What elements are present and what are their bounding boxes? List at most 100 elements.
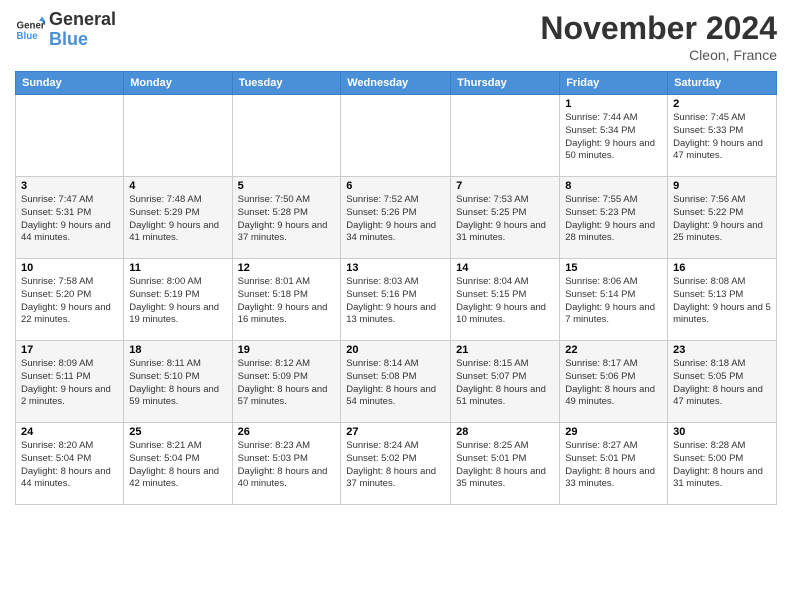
calendar-cell: 28 Sunrise: 8:25 AM Sunset: 5:01 PM Dayli… — [451, 423, 560, 505]
calendar-cell: 16 Sunrise: 8:08 AM Sunset: 5:13 PM Dayli… — [668, 259, 777, 341]
calendar-cell: 7 Sunrise: 7:53 AM Sunset: 5:25 PM Daylig… — [451, 177, 560, 259]
header-tuesday: Tuesday — [232, 72, 341, 95]
calendar-cell: 19 Sunrise: 8:12 AM Sunset: 5:09 PM Dayli… — [232, 341, 341, 423]
week-row-0: 1Sunrise: 7:44 AM Sunset: 5:34 PM Daylig… — [16, 95, 777, 177]
day-number: 11 — [129, 262, 226, 274]
calendar-cell — [124, 95, 232, 177]
calendar-cell: 21Sunrise: 8:15 AM Sunset: 5:07 PM Dayli… — [451, 341, 560, 423]
day-number: 2 — [673, 98, 771, 110]
calendar-cell: 30 Sunrise: 8:28 AM Sunset: 5:00 PM Dayli… — [668, 423, 777, 505]
day-info: Sunrise: 8:27 AM Sunset: 5:01 PM Dayligh… — [565, 440, 662, 491]
week-row-2: 10Sunrise: 7:58 AM Sunset: 5:20 PM Dayli… — [16, 259, 777, 341]
day-info: Sunrise: 8:24 AM Sunset: 5:02 PM Dayligh… — [346, 440, 445, 491]
header-friday: Friday — [560, 72, 668, 95]
day-info: Sunrise: 7:47 AM Sunset: 5:31 PM Dayligh… — [21, 194, 118, 245]
day-info: Sunrise: 7:52 AM Sunset: 5:26 PM Dayligh… — [346, 194, 445, 245]
header-sunday: Sunday — [16, 72, 124, 95]
day-info: Sunrise: 8:09 AM Sunset: 5:11 PM Dayligh… — [21, 358, 118, 409]
day-number: 14 — [456, 262, 554, 274]
day-info: Sunrise: 7:53 AM Sunset: 5:25 PM Dayligh… — [456, 194, 554, 245]
week-row-1: 3Sunrise: 7:47 AM Sunset: 5:31 PM Daylig… — [16, 177, 777, 259]
calendar-cell: 15 Sunrise: 8:06 AM Sunset: 5:14 PM Dayli… — [560, 259, 668, 341]
day-number: 19 — [238, 344, 336, 356]
day-info: Sunrise: 8:11 AM Sunset: 5:10 PM Dayligh… — [129, 358, 226, 409]
svg-text:General: General — [17, 20, 46, 31]
day-info: Sunrise: 7:50 AM Sunset: 5:28 PM Dayligh… — [238, 194, 336, 245]
month-title: November 2024 — [540, 10, 777, 47]
calendar-cell: 24Sunrise: 8:20 AM Sunset: 5:04 PM Dayli… — [16, 423, 124, 505]
day-info: Sunrise: 8:04 AM Sunset: 5:15 PM Dayligh… — [456, 276, 554, 327]
calendar-cell: 6 Sunrise: 7:52 AM Sunset: 5:26 PM Daylig… — [341, 177, 451, 259]
day-number: 16 — [673, 262, 771, 274]
day-info: Sunrise: 8:21 AM Sunset: 5:04 PM Dayligh… — [129, 440, 226, 491]
calendar-cell: 23 Sunrise: 8:18 AM Sunset: 5:05 PM Dayli… — [668, 341, 777, 423]
calendar-header-row: Sunday Monday Tuesday Wednesday Thursday… — [16, 72, 777, 95]
day-info: Sunrise: 8:20 AM Sunset: 5:04 PM Dayligh… — [21, 440, 118, 491]
calendar-cell: 27 Sunrise: 8:24 AM Sunset: 5:02 PM Dayli… — [341, 423, 451, 505]
day-info: Sunrise: 7:55 AM Sunset: 5:23 PM Dayligh… — [565, 194, 662, 245]
day-info: Sunrise: 8:00 AM Sunset: 5:19 PM Dayligh… — [129, 276, 226, 327]
day-number: 28 — [456, 426, 554, 438]
calendar-cell: 11 Sunrise: 8:00 AM Sunset: 5:19 PM Dayli… — [124, 259, 232, 341]
day-number: 18 — [129, 344, 226, 356]
location: Cleon, France — [540, 47, 777, 63]
day-number: 6 — [346, 180, 445, 192]
calendar-cell: 8 Sunrise: 7:55 AM Sunset: 5:23 PM Daylig… — [560, 177, 668, 259]
calendar-cell: 22 Sunrise: 8:17 AM Sunset: 5:06 PM Dayli… — [560, 341, 668, 423]
day-number: 12 — [238, 262, 336, 274]
calendar-cell: 10Sunrise: 7:58 AM Sunset: 5:20 PM Dayli… — [16, 259, 124, 341]
calendar-cell — [16, 95, 124, 177]
day-number: 9 — [673, 180, 771, 192]
day-number: 7 — [456, 180, 554, 192]
day-number: 20 — [346, 344, 445, 356]
title-block: November 2024 Cleon, France — [540, 10, 777, 63]
header-monday: Monday — [124, 72, 232, 95]
calendar-cell: 12 Sunrise: 8:01 AM Sunset: 5:18 PM Dayli… — [232, 259, 341, 341]
week-row-4: 24Sunrise: 8:20 AM Sunset: 5:04 PM Dayli… — [16, 423, 777, 505]
day-number: 13 — [346, 262, 445, 274]
day-info: Sunrise: 7:48 AM Sunset: 5:29 PM Dayligh… — [129, 194, 226, 245]
day-number: 23 — [673, 344, 771, 356]
calendar-cell: 25Sunrise: 8:21 AM Sunset: 5:04 PM Dayli… — [124, 423, 232, 505]
day-info: Sunrise: 8:06 AM Sunset: 5:14 PM Dayligh… — [565, 276, 662, 327]
page-container: General Blue General Blue November 2024 … — [0, 0, 792, 515]
day-number: 15 — [565, 262, 662, 274]
day-info: Sunrise: 7:45 AM Sunset: 5:33 PM Dayligh… — [673, 112, 771, 163]
calendar-cell: 1Sunrise: 7:44 AM Sunset: 5:34 PM Daylig… — [560, 95, 668, 177]
day-info: Sunrise: 8:01 AM Sunset: 5:18 PM Dayligh… — [238, 276, 336, 327]
day-number: 4 — [129, 180, 226, 192]
day-info: Sunrise: 8:03 AM Sunset: 5:16 PM Dayligh… — [346, 276, 445, 327]
day-info: Sunrise: 8:18 AM Sunset: 5:05 PM Dayligh… — [673, 358, 771, 409]
calendar-cell: 14 Sunrise: 8:04 AM Sunset: 5:15 PM Dayli… — [451, 259, 560, 341]
day-info: Sunrise: 8:08 AM Sunset: 5:13 PM Dayligh… — [673, 276, 771, 327]
day-info: Sunrise: 8:25 AM Sunset: 5:01 PM Dayligh… — [456, 440, 554, 491]
calendar-cell: 13 Sunrise: 8:03 AM Sunset: 5:16 PM Dayli… — [341, 259, 451, 341]
day-info: Sunrise: 8:17 AM Sunset: 5:06 PM Dayligh… — [565, 358, 662, 409]
day-number: 22 — [565, 344, 662, 356]
calendar-cell: 2 Sunrise: 7:45 AM Sunset: 5:33 PM Daylig… — [668, 95, 777, 177]
day-number: 29 — [565, 426, 662, 438]
day-info: Sunrise: 8:14 AM Sunset: 5:08 PM Dayligh… — [346, 358, 445, 409]
calendar-cell: 20 Sunrise: 8:14 AM Sunset: 5:08 PM Dayli… — [341, 341, 451, 423]
calendar-cell: 17Sunrise: 8:09 AM Sunset: 5:11 PM Dayli… — [16, 341, 124, 423]
day-info: Sunrise: 8:23 AM Sunset: 5:03 PM Dayligh… — [238, 440, 336, 491]
header-saturday: Saturday — [668, 72, 777, 95]
logo: General Blue General Blue — [15, 10, 116, 50]
calendar-cell: 18 Sunrise: 8:11 AM Sunset: 5:10 PM Dayli… — [124, 341, 232, 423]
day-info: Sunrise: 8:28 AM Sunset: 5:00 PM Dayligh… — [673, 440, 771, 491]
calendar-cell: 29 Sunrise: 8:27 AM Sunset: 5:01 PM Dayli… — [560, 423, 668, 505]
day-number: 30 — [673, 426, 771, 438]
day-number: 5 — [238, 180, 336, 192]
day-number: 27 — [346, 426, 445, 438]
logo-line1: General — [49, 10, 116, 30]
calendar-cell: 3Sunrise: 7:47 AM Sunset: 5:31 PM Daylig… — [16, 177, 124, 259]
calendar-cell: 26 Sunrise: 8:23 AM Sunset: 5:03 PM Dayli… — [232, 423, 341, 505]
header-wednesday: Wednesday — [341, 72, 451, 95]
day-number: 8 — [565, 180, 662, 192]
calendar-table: Sunday Monday Tuesday Wednesday Thursday… — [15, 71, 777, 505]
day-info: Sunrise: 8:12 AM Sunset: 5:09 PM Dayligh… — [238, 358, 336, 409]
day-number: 26 — [238, 426, 336, 438]
day-number: 21 — [456, 344, 554, 356]
day-info: Sunrise: 7:44 AM Sunset: 5:34 PM Dayligh… — [565, 112, 662, 163]
day-info: Sunrise: 7:56 AM Sunset: 5:22 PM Dayligh… — [673, 194, 771, 245]
